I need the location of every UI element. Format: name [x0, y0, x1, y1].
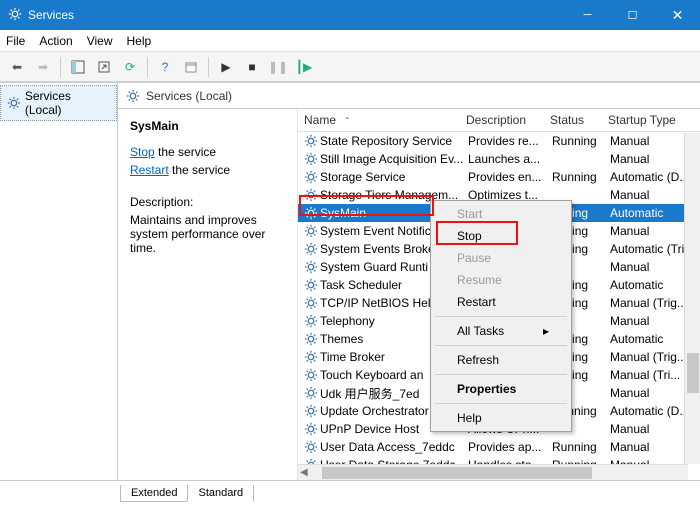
ctx-refresh[interactable]: Refresh: [433, 349, 569, 371]
view-tabs: Extended Standard: [0, 480, 700, 502]
col-startup-type[interactable]: Startup Type: [608, 113, 698, 127]
col-status[interactable]: Status: [550, 113, 608, 127]
vertical-scrollbar[interactable]: [684, 133, 700, 464]
service-icon: [304, 350, 318, 364]
ctx-restart[interactable]: Restart: [433, 291, 569, 313]
cell-desc: Provides en...: [468, 170, 552, 184]
service-icon: [304, 332, 318, 346]
service-icon: [304, 386, 318, 400]
col-description[interactable]: Description: [466, 113, 550, 127]
help-button[interactable]: ?: [154, 56, 176, 78]
pause-service-button[interactable]: ❚❚: [267, 56, 289, 78]
export-list-button[interactable]: [93, 56, 115, 78]
forward-button[interactable]: ➡: [32, 56, 54, 78]
stop-service-button[interactable]: ■: [241, 56, 263, 78]
ctx-help[interactable]: Help: [433, 407, 569, 429]
service-icon: [304, 188, 318, 202]
column-headers: Name⌃ Description Status Startup Type: [298, 109, 700, 132]
tab-extended[interactable]: Extended: [120, 485, 188, 502]
service-icon: [304, 368, 318, 382]
ctx-start: Start: [433, 203, 569, 225]
service-icon: [304, 296, 318, 310]
tab-standard[interactable]: Standard: [187, 485, 254, 502]
service-icon: [304, 224, 318, 238]
results-header: Services (Local): [118, 83, 700, 109]
start-service-button[interactable]: ▶: [215, 56, 237, 78]
cell-desc: Launches a...: [468, 152, 552, 166]
ctx-all-tasks[interactable]: All Tasks▸: [433, 320, 569, 342]
menu-view[interactable]: View: [87, 34, 113, 48]
cell-name: User Data Access_7eddc: [320, 440, 468, 454]
cell-desc: Provides ap...: [468, 440, 552, 454]
show-hide-tree-button[interactable]: [67, 56, 89, 78]
service-icon: [304, 206, 318, 220]
cell-status: Running: [552, 440, 610, 454]
ctx-resume: Resume: [433, 269, 569, 291]
ctx-properties[interactable]: Properties: [433, 378, 569, 400]
minimize-button[interactable]: ─: [565, 0, 610, 30]
description-text: Maintains and improves system performanc…: [130, 213, 287, 255]
toolbar: ⬅ ➡ ⟳ ? ▶ ■ ❚❚ ┃▶: [0, 52, 700, 82]
service-icon: [304, 422, 318, 436]
back-button[interactable]: ⬅: [6, 56, 28, 78]
context-menu: Start Stop Pause Resume Restart All Task…: [430, 200, 572, 432]
ctx-stop[interactable]: Stop: [433, 225, 569, 247]
col-name[interactable]: Name⌃: [304, 113, 466, 127]
menu-file[interactable]: File: [6, 34, 25, 48]
close-button[interactable]: ✕: [655, 0, 700, 30]
cell-name: Still Image Acquisition Ev...: [320, 152, 468, 166]
cell-status: Running: [552, 134, 610, 148]
service-icon: [304, 170, 318, 184]
menu-help[interactable]: Help: [127, 34, 152, 48]
maximize-button[interactable]: ☐: [610, 0, 655, 30]
selected-service-name: SysMain: [130, 119, 287, 133]
window-title: Services: [28, 8, 74, 22]
service-icon: [304, 314, 318, 328]
cell-name: State Repository Service: [320, 134, 468, 148]
sort-asc-icon: ⌃: [344, 116, 351, 125]
service-icon: [304, 404, 318, 418]
restart-service-button[interactable]: ┃▶: [293, 56, 315, 78]
service-icon: [304, 278, 318, 292]
tree-item-services-local[interactable]: Services (Local): [0, 85, 117, 121]
ctx-pause: Pause: [433, 247, 569, 269]
properties-button[interactable]: [180, 56, 202, 78]
description-label: Description:: [130, 195, 287, 209]
service-icon: [304, 134, 318, 148]
cell-desc: Provides re...: [468, 134, 552, 148]
service-row[interactable]: Storage ServiceProvides en...RunningAuto…: [298, 168, 700, 186]
restart-service-link[interactable]: Restart: [130, 163, 169, 177]
console-tree: Services (Local): [0, 83, 118, 480]
menu-action[interactable]: Action: [39, 34, 72, 48]
refresh-button[interactable]: ⟳: [119, 56, 141, 78]
submenu-arrow-icon: ▸: [543, 324, 549, 338]
service-row[interactable]: Still Image Acquisition Ev...Launches a.…: [298, 150, 700, 168]
stop-service-link[interactable]: Stop: [130, 145, 155, 159]
horizontal-scrollbar[interactable]: ◀: [298, 464, 688, 480]
cell-name: Storage Service: [320, 170, 468, 184]
service-row[interactable]: State Repository ServiceProvides re...Ru…: [298, 132, 700, 150]
service-icon: [304, 440, 318, 454]
service-icon: [304, 242, 318, 256]
app-icon: [8, 7, 22, 24]
service-row[interactable]: User Data Access_7eddcProvides ap...Runn…: [298, 438, 700, 456]
service-icon: [304, 152, 318, 166]
titlebar: Services ─ ☐ ✕: [0, 0, 700, 30]
service-icon: [304, 260, 318, 274]
cell-status: Running: [552, 170, 610, 184]
service-detail-pane: SysMain Stop the service Restart the ser…: [118, 109, 298, 480]
menubar: File Action View Help: [0, 30, 700, 52]
